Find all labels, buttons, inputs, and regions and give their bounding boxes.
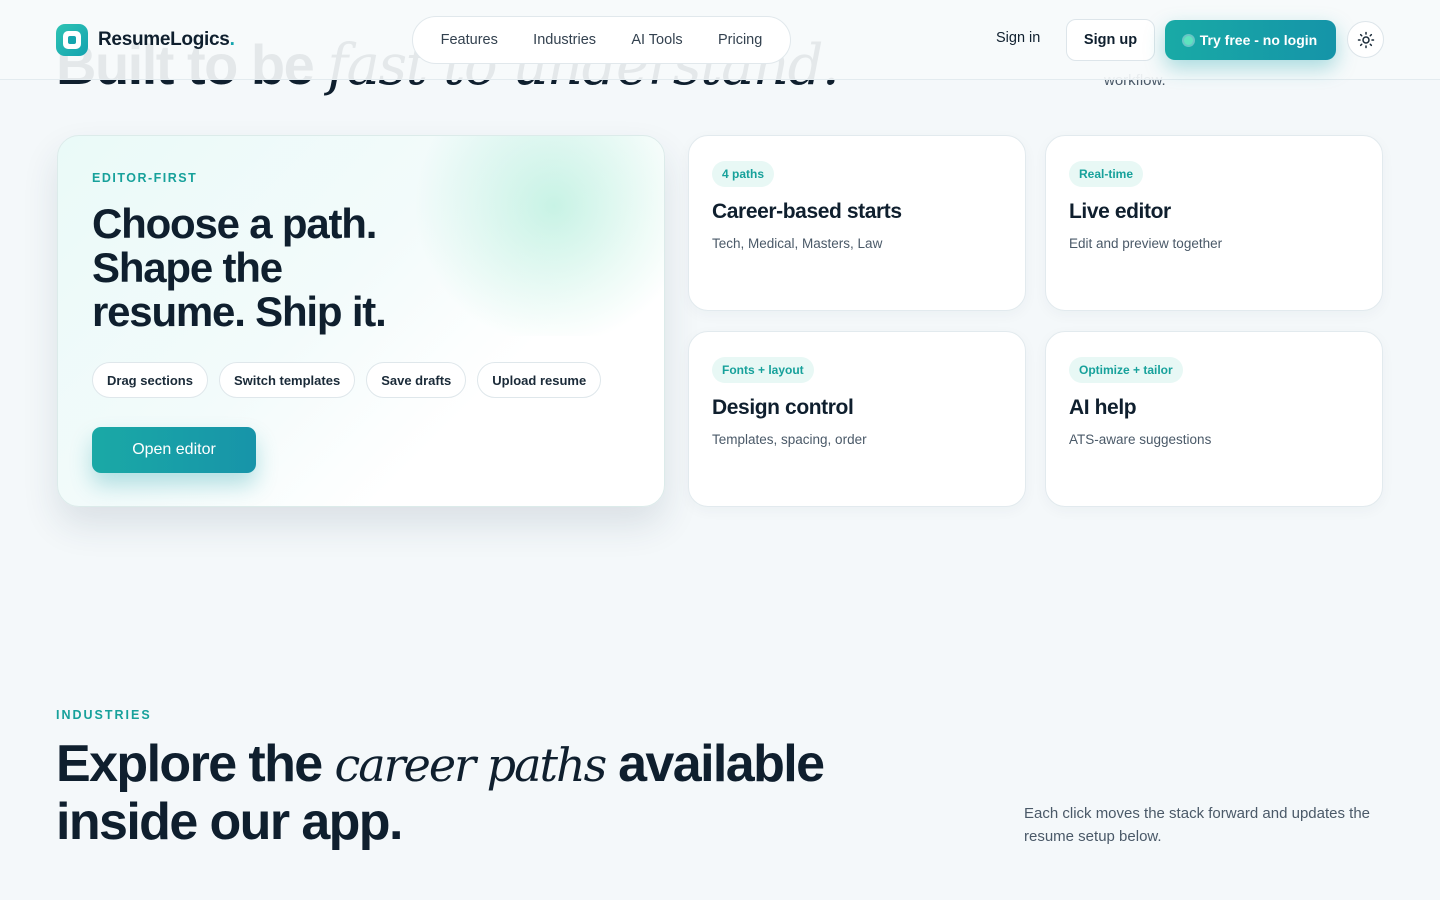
nav-pricing[interactable]: Pricing [708,26,772,54]
feature-card-live-editor[interactable]: Real-time Live editor Edit and preview t… [1045,135,1383,311]
feature-card-career-starts[interactable]: 4 paths Career-based starts Tech, Medica… [688,135,1026,311]
feature-title: AI help [1069,396,1137,419]
main-nav: Features Industries AI Tools Pricing [412,16,791,64]
logo[interactable]: ResumeLogics. [56,24,235,56]
chip-upload-resume[interactable]: Upload resume [477,362,602,398]
feature-title: Live editor [1069,200,1171,223]
industries-description: Each click moves the stack forward and u… [1024,805,1371,845]
hero-title: Choose a path. Shape the resume. Ship it… [92,200,387,335]
feature-tag: Fonts + layout [712,357,814,383]
try-free-button[interactable]: Try free - no login [1165,20,1336,60]
logo-text: ResumeLogics. [98,29,235,50]
feature-description: Edit and preview together [1069,236,1223,251]
chip-switch-templates[interactable]: Switch templates [218,362,356,398]
logo-icon [56,24,88,56]
feature-tag: Real-time [1069,161,1144,187]
site-header: ResumeLogics. Features Industries AI Too… [0,0,1440,80]
sign-in-link[interactable]: Sign in [984,30,1052,46]
industries-title: Explore the career paths available insid… [56,735,825,851]
feature-description: Templates, spacing, order [712,432,867,447]
feature-description: Tech, Medical, Masters, Law [712,236,883,251]
sun-icon [1357,31,1374,48]
feature-card-ai-help[interactable]: Optimize + tailor AI help ATS-aware sugg… [1045,331,1383,507]
nav-ai-tools[interactable]: AI Tools [621,26,692,54]
editor-hero-card: EDITOR-FIRST Choose a path. Shape the re… [57,135,665,507]
sign-up-button[interactable]: Sign up [1066,19,1155,61]
nav-features[interactable]: Features [431,26,508,54]
feature-description: ATS-aware suggestions [1069,432,1212,447]
feature-tag: Optimize + tailor [1069,357,1183,383]
feature-tag: 4 paths [712,161,775,187]
status-dot-icon [1183,35,1193,45]
hero-eyebrow: EDITOR-FIRST [92,171,198,185]
feature-title: Career-based starts [712,200,902,223]
feature-chips: Drag sections Switch templates Save draf… [92,362,602,398]
theme-toggle-button[interactable] [1347,21,1384,58]
chip-drag-sections[interactable]: Drag sections [92,362,208,398]
chip-save-drafts[interactable]: Save drafts [366,362,467,398]
industries-eyebrow: INDUSTRIES [56,708,152,722]
feature-title: Design control [712,396,854,419]
nav-industries[interactable]: Industries [523,26,606,54]
open-editor-button[interactable]: Open editor [92,427,256,473]
try-free-label: Try free - no login [1199,32,1318,48]
feature-card-design-control[interactable]: Fonts + layout Design control Templates,… [688,331,1026,507]
